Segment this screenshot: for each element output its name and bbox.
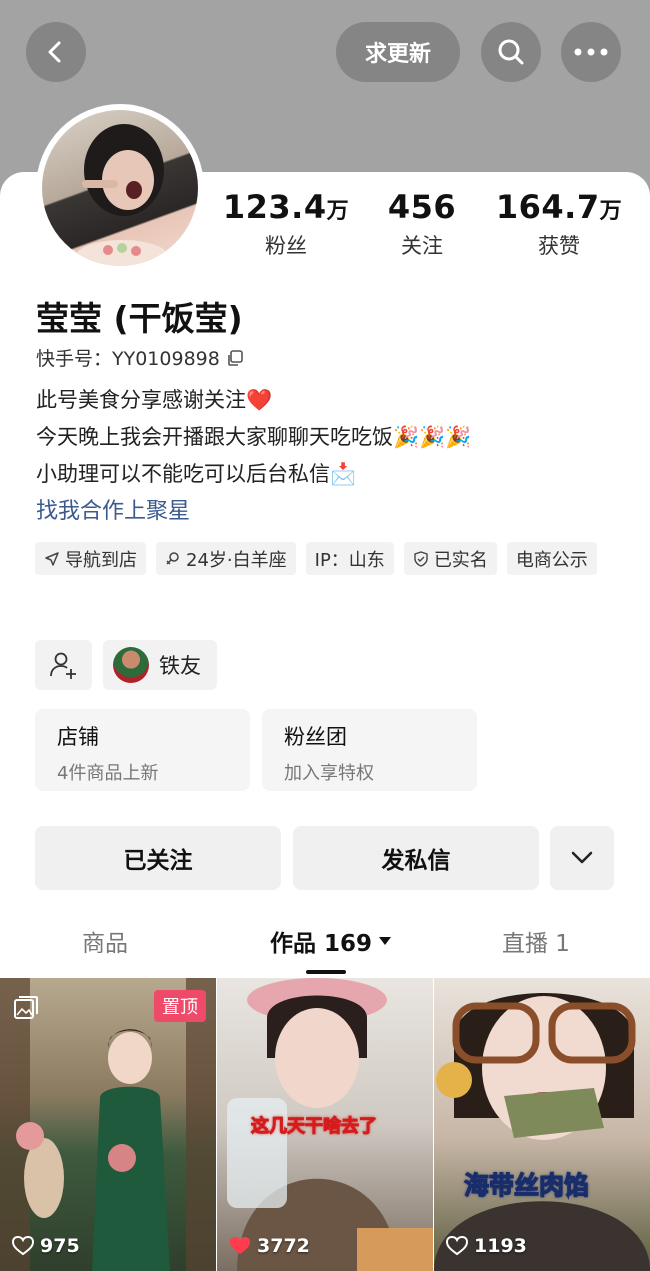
- video-caption-overlay: 海带丝肉馅: [463, 1170, 590, 1200]
- profile-tags: 导航到店 24岁·白羊座 IP：山东 已实名 电商公示: [35, 542, 625, 575]
- video-caption-overlay: 这几天干啥去了: [251, 1116, 378, 1138]
- cooperation-link[interactable]: 找我合作上聚星: [36, 493, 190, 525]
- tag-label: 24岁·白羊座: [186, 549, 287, 571]
- heart-outline-icon: [12, 1236, 34, 1256]
- shop-title: 店铺: [57, 725, 99, 749]
- tag-label: IP：山东: [314, 549, 385, 571]
- tag-ip-location: IP：山东: [305, 542, 394, 575]
- video-likes-count: 3772: [257, 1235, 310, 1257]
- tag-age-zodiac: 24岁·白羊座: [156, 542, 296, 575]
- heart-outline-icon: [446, 1236, 468, 1256]
- heart-filled-icon: [230, 1237, 250, 1254]
- caret-down-icon: [379, 937, 392, 945]
- following-stat[interactable]: 456 关注: [374, 188, 470, 260]
- content-tabs: 商品 作品 169 直播 1: [0, 920, 650, 970]
- add-friend-button[interactable]: [35, 640, 92, 690]
- fan-club-entry[interactable]: 粉丝团 加入享特权: [262, 709, 477, 791]
- video-likes-count: 1193: [474, 1235, 527, 1257]
- verified-shield-icon: [414, 550, 428, 567]
- tag-label: 已实名: [433, 549, 488, 571]
- chevron-left-icon: [48, 41, 61, 63]
- likes-count: 164.7: [495, 188, 600, 226]
- back-button[interactable]: [26, 22, 86, 82]
- following-label: 关注: [401, 234, 443, 258]
- video-likes: 1193: [446, 1235, 527, 1257]
- likes-label: 获赞: [538, 234, 580, 258]
- pinned-badge: 置顶: [154, 990, 206, 1022]
- navigation-icon: [45, 551, 59, 566]
- kuaishou-id-text: 快手号：YY0109898: [36, 348, 220, 370]
- tab-works-label: 作品 169: [270, 931, 373, 957]
- tab-works[interactable]: 作品 169: [270, 924, 392, 958]
- request-update-button[interactable]: 求更新: [336, 22, 460, 82]
- following-count: 456: [387, 188, 457, 226]
- gallery-icon: [14, 996, 38, 1019]
- expand-recommendations-button[interactable]: [550, 826, 614, 890]
- kuaishou-id-row[interactable]: 快手号：YY0109898: [36, 344, 244, 371]
- search-button[interactable]: [481, 22, 541, 82]
- profile-bio: 此号美食分享感谢关注❤️ 今天晚上我会开播跟大家聊聊天吃吃饭🎉🎉🎉 小助理可以不…: [36, 382, 471, 493]
- likes-stat[interactable]: 164.7万 获赞: [494, 188, 624, 260]
- more-dots-icon: [574, 48, 608, 56]
- tag-navigation[interactable]: 导航到店: [35, 542, 146, 575]
- tag-label: 电商公示: [515, 549, 588, 571]
- video-grid: 置顶 975 这几天干啥去了 3772 海带丝肉馅 1193: [0, 978, 650, 1271]
- profile-avatar[interactable]: [36, 104, 204, 272]
- shop-entry[interactable]: 店铺 4件商品上新: [35, 709, 250, 791]
- friend-avatar: [113, 647, 149, 683]
- followers-label: 粉丝: [265, 234, 307, 258]
- video-card[interactable]: 海带丝肉馅 1193: [434, 978, 650, 1271]
- send-message-button[interactable]: 发私信: [293, 826, 539, 890]
- chevron-down-icon: [571, 851, 593, 864]
- add-user-icon: [49, 652, 76, 679]
- video-card[interactable]: 这几天干啥去了 3772: [217, 978, 433, 1271]
- mutual-friend-chip[interactable]: 铁友: [103, 640, 217, 690]
- active-tab-indicator: [306, 970, 346, 974]
- followers-stat[interactable]: 123.4万 粉丝: [222, 188, 350, 260]
- video-card[interactable]: 置顶 975: [0, 978, 216, 1271]
- shop-subtitle: 4件商品上新: [57, 763, 159, 784]
- friend-label: 铁友: [159, 654, 201, 678]
- fan-club-subtitle: 加入享特权: [284, 763, 374, 784]
- profile-name: 莹莹 (干饭莹): [36, 299, 243, 338]
- tag-label: 导航到店: [65, 549, 137, 571]
- followed-button[interactable]: 已关注: [35, 826, 281, 890]
- female-icon: [166, 551, 179, 565]
- avatar-image: [42, 110, 198, 266]
- likes-unit: 万: [599, 199, 623, 224]
- more-options-button[interactable]: [561, 22, 621, 82]
- bio-line: 今天晚上我会开播跟大家聊聊天吃吃饭🎉🎉🎉: [36, 425, 472, 449]
- video-likes: 3772: [229, 1235, 310, 1257]
- video-likes-count: 975: [40, 1235, 80, 1257]
- video-likes: 975: [12, 1235, 80, 1257]
- bio-line: 此号美食分享感谢关注❤️: [36, 388, 273, 412]
- copy-icon[interactable]: [226, 349, 244, 367]
- followers-unit: 万: [326, 199, 350, 224]
- tag-verified[interactable]: 已实名: [403, 542, 497, 575]
- fan-club-title: 粉丝团: [284, 725, 347, 749]
- friend-row: 铁友: [35, 640, 217, 690]
- followers-count: 123.4: [222, 188, 327, 226]
- search-icon: [498, 39, 524, 65]
- tab-live[interactable]: 直播 1: [502, 924, 570, 958]
- tag-ecommerce-notice[interactable]: 电商公示: [506, 542, 597, 575]
- tab-products[interactable]: 商品: [82, 924, 128, 958]
- bio-line: 小助理可以不能吃可以后台私信📩: [36, 462, 357, 486]
